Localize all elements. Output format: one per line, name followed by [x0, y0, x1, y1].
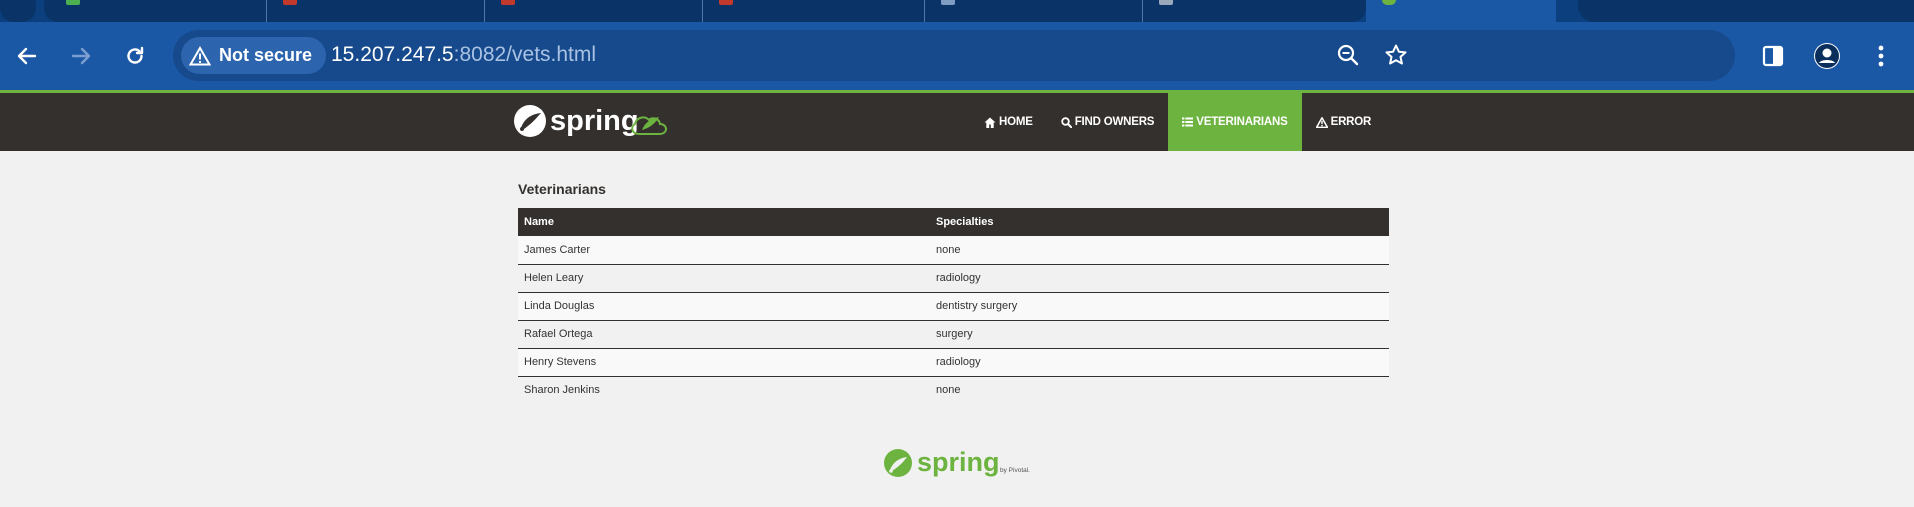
tab-group-pill [0, 0, 36, 22]
browser-toolbar: Not secure 15.207.247.5:8082/vets.html [0, 22, 1914, 92]
security-chip[interactable]: Not secure [181, 37, 327, 74]
url-text[interactable]: 15.207.247.5:8082/vets.html [331, 43, 596, 67]
side-panel-icon [1762, 45, 1784, 67]
vet-specialties: surgery [930, 319, 1389, 348]
main-nav: HOME FIND OWNERS VETERINARIANS ERROR [970, 93, 1385, 151]
warning-icon [1315, 116, 1328, 128]
side-panel-button[interactable] [1755, 38, 1791, 74]
menu-dots-icon [1878, 45, 1884, 67]
browser-menu-button[interactable] [1863, 38, 1899, 74]
column-header-name: Name [518, 208, 930, 236]
warning-icon [189, 45, 211, 65]
table-row: Henry Stevens radiology [518, 347, 1389, 376]
brand-name: spring [550, 105, 639, 137]
nav-error[interactable]: ERROR [1302, 93, 1386, 151]
vet-name: Linda Douglas [518, 291, 930, 320]
nav-home-label: HOME [999, 116, 1033, 128]
app-navbar: spring HOME FIND OWNERS VETERINARIANS ER… [0, 93, 1914, 151]
tab-favicon-icon [66, 0, 80, 5]
address-bar[interactable]: Not secure 15.207.247.5:8082/vets.html [173, 30, 1735, 81]
main-content: Veterinarians Name Specialties James Car… [518, 181, 1389, 404]
tab-favicon-icon [283, 0, 297, 5]
tab-favicon-icon [1382, 0, 1396, 5]
nav-veterinarians-label: VETERINARIANS [1196, 116, 1288, 128]
browser-tab[interactable] [702, 0, 924, 22]
security-label: Not secure [219, 45, 313, 65]
vet-name: James Carter [518, 236, 930, 264]
reload-icon [127, 46, 144, 64]
forward-arrow-icon [71, 47, 91, 65]
nav-find-owners[interactable]: FIND OWNERS [1047, 93, 1169, 151]
table-row: James Carter none [518, 236, 1389, 264]
nav-find-owners-label: FIND OWNERS [1074, 116, 1155, 128]
spring-logo[interactable]: spring [512, 103, 688, 139]
vet-name: Rafael Ortega [518, 319, 930, 348]
footer-brand-name: spring [917, 447, 1000, 477]
browser-tab-active[interactable] [1366, 0, 1556, 22]
nav-error-label: ERROR [1330, 116, 1372, 128]
nav-veterinarians[interactable]: VETERINARIANS [1168, 93, 1302, 151]
page-title: Veterinarians [518, 181, 606, 197]
tab-favicon-icon [941, 0, 955, 5]
vet-specialties: radiology [930, 347, 1389, 376]
back-button[interactable] [9, 38, 45, 74]
table-row: Linda Douglas dentistry surgery [518, 291, 1389, 320]
browser-tab[interactable] [924, 0, 1142, 22]
browser-tab[interactable] [266, 0, 484, 22]
reload-button[interactable] [117, 38, 153, 74]
browser-tab[interactable] [50, 0, 266, 22]
home-icon [984, 117, 996, 128]
vets-table: Name Specialties James Carter none Helen… [518, 208, 1389, 404]
table-header-row: Name Specialties [518, 208, 1389, 236]
search-icon [1061, 116, 1072, 128]
browser-tab-strip [0, 0, 1914, 22]
star-icon [1385, 44, 1407, 65]
bookmark-button[interactable] [1378, 37, 1414, 73]
vet-specialties: dentistry surgery [930, 291, 1389, 320]
list-icon [1182, 117, 1194, 127]
forward-button[interactable] [63, 38, 99, 74]
tab-favicon-icon [501, 0, 515, 5]
footer-byline: by Pivotal. [1000, 467, 1030, 474]
profile-icon [1814, 43, 1840, 69]
vet-specialties: none [930, 236, 1389, 264]
vet-specialties: none [930, 375, 1389, 404]
vet-specialties: radiology [930, 263, 1389, 292]
back-arrow-icon [17, 47, 37, 65]
nav-home[interactable]: HOME [970, 93, 1047, 151]
url-host: 15.207.247.5 [331, 43, 454, 66]
zoom-icon [1337, 44, 1359, 66]
url-path: :8082/vets.html [453, 43, 597, 66]
browser-tab[interactable] [1142, 0, 1366, 22]
table-row: Sharon Jenkins none [518, 375, 1389, 404]
profile-button[interactable] [1809, 38, 1845, 74]
footer-spring-logo: spring by Pivotal. [883, 446, 1035, 480]
column-header-specialties: Specialties [930, 208, 1389, 236]
table-row: Helen Leary radiology [518, 263, 1389, 292]
tab-favicon-icon [719, 0, 733, 5]
vet-name: Sharon Jenkins [518, 375, 930, 404]
vet-name: Henry Stevens [518, 347, 930, 376]
tab-favicon-icon [1159, 0, 1173, 5]
browser-tab[interactable] [484, 0, 702, 22]
vet-name: Helen Leary [518, 263, 930, 292]
table-row: Rafael Ortega surgery [518, 319, 1389, 348]
zoom-button[interactable] [1330, 37, 1366, 73]
tab-strip-controls [1578, 0, 1914, 22]
